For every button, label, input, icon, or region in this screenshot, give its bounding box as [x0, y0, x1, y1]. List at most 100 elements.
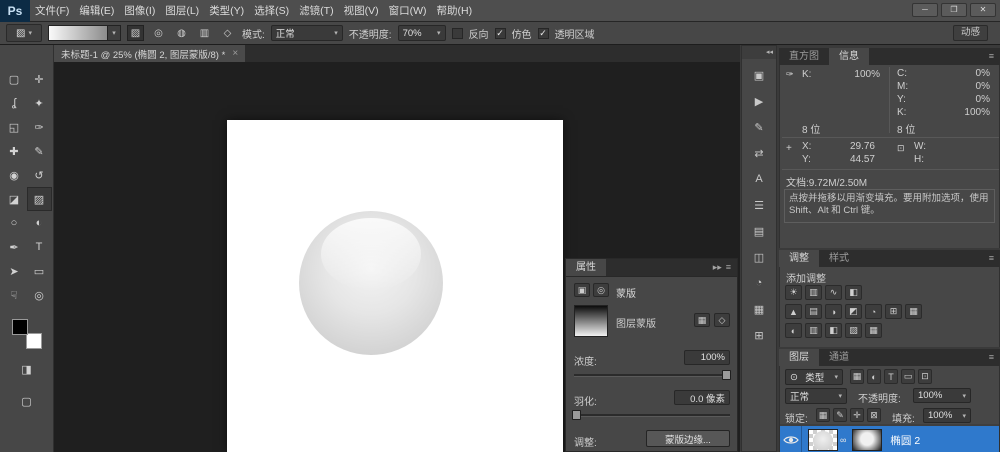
layer-thumbnail[interactable]: [808, 429, 838, 451]
tab-adjustments[interactable]: 调整: [779, 250, 819, 267]
feather-slider-handle[interactable]: [572, 410, 581, 420]
close-icon[interactable]: ×: [232, 48, 238, 59]
move-tool[interactable]: ✛: [27, 67, 52, 91]
gradient-preview[interactable]: [48, 25, 108, 41]
menu-file[interactable]: 文件(F): [30, 0, 74, 22]
filter-shape-layers-button[interactable]: ▭: [901, 369, 915, 384]
color-lookup-button[interactable]: ▦: [905, 304, 922, 319]
history-brush-tool[interactable]: ↺: [27, 163, 52, 187]
layer-visibility-toggle[interactable]: [780, 426, 802, 452]
menu-help[interactable]: 帮助(H): [432, 0, 478, 22]
path-selection-tool[interactable]: ➤: [2, 259, 27, 283]
threshold-button[interactable]: ◧: [825, 323, 842, 338]
mask-target-icon[interactable]: ◎: [593, 283, 609, 297]
minimize-button[interactable]: ─: [912, 3, 938, 17]
curves-button[interactable]: ∿: [825, 285, 842, 300]
density-slider[interactable]: [574, 374, 730, 377]
tab-channels[interactable]: 通道: [819, 349, 859, 366]
brush-panel-icon[interactable]: ✎: [747, 117, 771, 137]
foreground-color-swatch[interactable]: [12, 319, 28, 335]
feather-value[interactable]: 0.0 像素: [674, 390, 730, 405]
tab-layers[interactable]: 图层: [779, 349, 819, 366]
crop-tool[interactable]: ◱: [2, 115, 27, 139]
mask-gradient-thumbnail[interactable]: [574, 305, 608, 337]
vibrance-button[interactable]: ▲: [785, 304, 802, 319]
filter-adjustment-layers-button[interactable]: ◐: [867, 369, 881, 384]
lock-all-button[interactable]: ⊠: [867, 408, 881, 422]
quick-mask-button[interactable]: ◨: [14, 357, 39, 381]
pen-tool[interactable]: ✒: [2, 235, 27, 259]
blur-tool[interactable]: ○: [2, 211, 27, 235]
layer-name[interactable]: 椭圆 2: [890, 433, 920, 448]
black-white-button[interactable]: ◩: [845, 304, 862, 319]
panel-menu-icon[interactable]: ≡: [989, 48, 1000, 65]
color-balance-button[interactable]: ◑: [825, 304, 842, 319]
timeline-panel-icon[interactable]: ◔: [747, 273, 771, 293]
color-panel-icon[interactable]: ◫: [747, 247, 771, 267]
blend-mode-select[interactable]: 正常 ▾: [785, 388, 847, 404]
tab-info[interactable]: 信息: [829, 48, 869, 65]
angle-gradient-button[interactable]: ◍: [173, 25, 190, 41]
reflected-gradient-button[interactable]: ▥: [196, 25, 213, 41]
clone-stamp-tool[interactable]: ◉: [2, 163, 27, 187]
panel-menu-icon[interactable]: ≡: [989, 349, 1000, 366]
lasso-tool[interactable]: ʆ: [2, 91, 27, 115]
shape-tool[interactable]: ▭: [27, 259, 52, 283]
zoom-tool[interactable]: ◎: [27, 283, 52, 307]
exposure-button[interactable]: ◧: [845, 285, 862, 300]
fill-input[interactable]: 100% ▾: [923, 408, 971, 423]
background-color-swatch[interactable]: [26, 333, 42, 349]
menu-type[interactable]: 类型(Y): [204, 0, 249, 22]
lock-position-button[interactable]: ✛: [850, 408, 864, 422]
vector-mask-button[interactable]: ◇: [714, 313, 730, 327]
lock-pixels-button[interactable]: ✎: [833, 408, 847, 422]
actions-panel-icon[interactable]: ▶: [747, 91, 771, 111]
swatches-panel-icon[interactable]: ▤: [747, 221, 771, 241]
reverse-checkbox[interactable]: [452, 28, 463, 39]
selective-color-button[interactable]: ▦: [865, 323, 882, 338]
gradient-picker[interactable]: ▾: [48, 25, 121, 41]
quick-selection-tool[interactable]: ✦: [27, 91, 52, 115]
collapse-chevron-icon[interactable]: ▸▸: [713, 259, 726, 276]
panel-menu-icon[interactable]: ≡: [989, 250, 1000, 267]
tab-styles[interactable]: 样式: [819, 250, 859, 267]
hand-tool[interactable]: ☟: [2, 283, 27, 307]
layer-filter-kind-select[interactable]: ⊙ 类型 ▾: [785, 369, 843, 385]
hue-saturation-button[interactable]: ▤: [805, 304, 822, 319]
character-panel-icon[interactable]: A: [747, 169, 771, 189]
mode-select[interactable]: 正常 ▾: [271, 25, 343, 41]
levels-button[interactable]: ▥: [805, 285, 822, 300]
filter-type-layers-button[interactable]: T: [884, 369, 898, 384]
document-tab[interactable]: 未标题-1 @ 25% (椭圆 2, 图层蒙版/8) * ×: [54, 45, 245, 62]
healing-brush-tool[interactable]: ✚: [2, 139, 27, 163]
pixel-mask-button[interactable]: ▦: [694, 313, 710, 327]
navigator-panel-icon[interactable]: ▣: [747, 65, 771, 85]
menu-select[interactable]: 选择(S): [249, 0, 294, 22]
tool-preset-picker[interactable]: ▨ ▾: [6, 24, 42, 42]
gradient-tool[interactable]: ▨: [27, 187, 52, 211]
tab-properties[interactable]: 属性: [566, 259, 606, 276]
workspace-switcher[interactable]: 动感: [953, 25, 988, 41]
notes-panel-icon[interactable]: ▦: [747, 299, 771, 319]
menu-layer[interactable]: 图层(L): [160, 0, 204, 22]
gradient-map-button[interactable]: ▨: [845, 323, 862, 338]
brightness-contrast-button[interactable]: ☀: [785, 285, 802, 300]
menu-edit[interactable]: 编辑(E): [74, 0, 119, 22]
dodge-tool[interactable]: ◐: [27, 211, 52, 235]
filter-pixel-layers-button[interactable]: ▦: [850, 369, 864, 384]
invert-button[interactable]: ◐: [785, 323, 802, 338]
channel-mixer-button[interactable]: ⊞: [885, 304, 902, 319]
layer-row-selected[interactable]: ∞ 椭圆 2: [780, 426, 999, 452]
menu-view[interactable]: 视图(V): [339, 0, 384, 22]
radial-gradient-button[interactable]: ◎: [150, 25, 167, 41]
lock-transparency-button[interactable]: ▦: [816, 408, 830, 422]
linear-gradient-button[interactable]: ▨: [127, 25, 144, 41]
feather-slider[interactable]: [574, 414, 730, 417]
density-value[interactable]: 100%: [684, 350, 730, 365]
opacity-select[interactable]: 70% ▾: [398, 25, 446, 41]
eraser-tool[interactable]: ◪: [2, 187, 27, 211]
measurement-panel-icon[interactable]: ⊞: [747, 325, 771, 345]
dither-checkbox[interactable]: ✓: [495, 28, 506, 39]
layer-mask-thumbnail[interactable]: [852, 429, 882, 451]
tab-histogram[interactable]: 直方图: [779, 48, 829, 65]
